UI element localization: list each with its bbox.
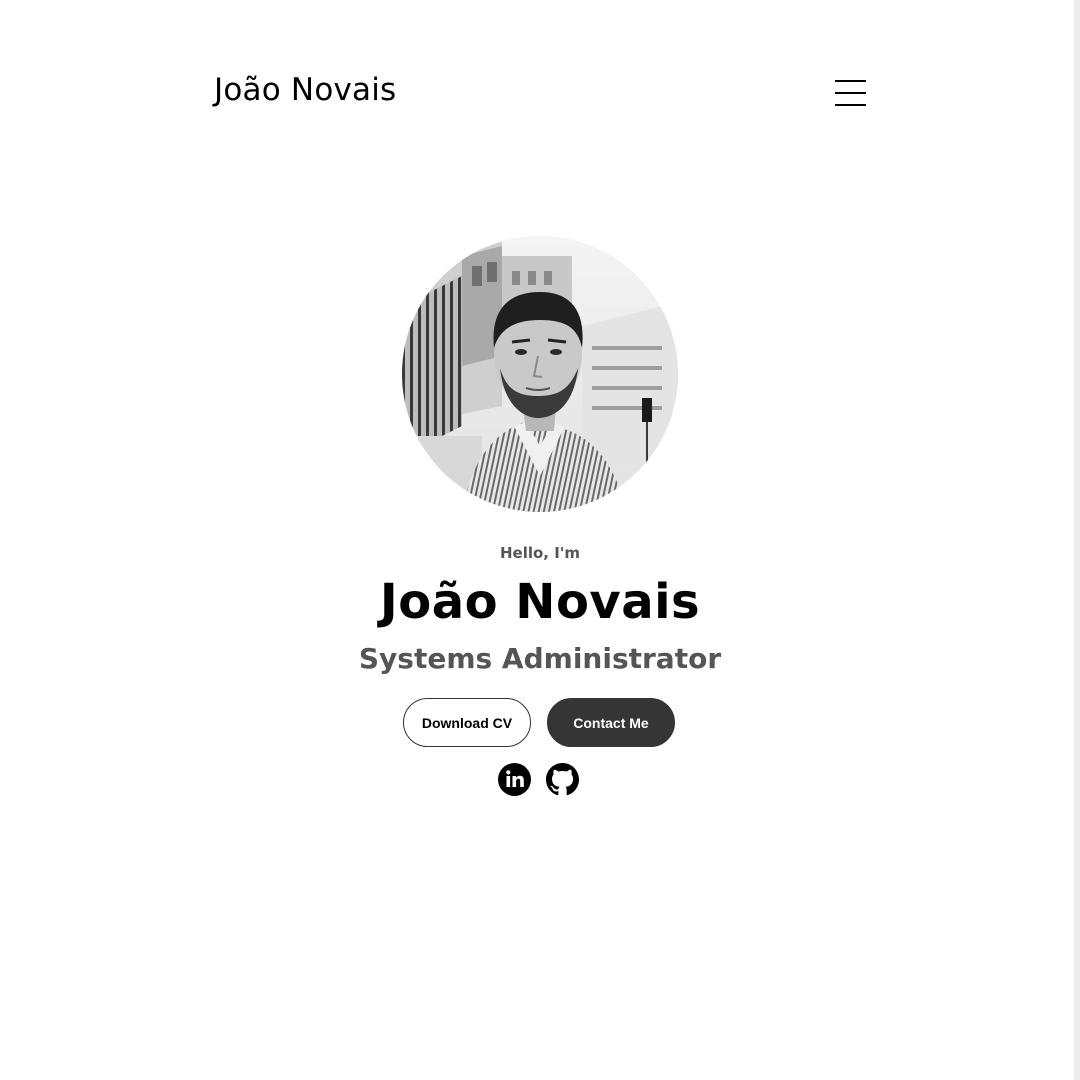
- linkedin-icon-graphic: [498, 763, 531, 796]
- page: João Novais Hello, I'm João Novais Syste…: [0, 0, 1080, 1080]
- hamburger-line: [835, 92, 866, 94]
- logo[interactable]: João Novais: [214, 72, 396, 108]
- hamburger-line: [835, 104, 866, 106]
- hero-name: João Novais: [379, 574, 701, 630]
- hamburger-menu-icon[interactable]: [835, 80, 866, 106]
- profile-picture: [402, 236, 678, 512]
- github-icon[interactable]: [546, 763, 579, 796]
- greeting-text: Hello, I'm: [499, 544, 581, 562]
- contact-me-button[interactable]: Contact Me: [547, 698, 675, 747]
- hamburger-line: [835, 80, 866, 82]
- download-cv-button[interactable]: Download CV: [403, 698, 531, 747]
- github-icon-graphic: [546, 763, 579, 796]
- hero-title: Systems Administrator: [358, 642, 722, 675]
- profile-photo-image: [402, 236, 678, 512]
- hamburger-nav: João Novais: [214, 70, 866, 120]
- window-edge: [1074, 0, 1080, 1080]
- linkedin-icon[interactable]: [498, 763, 531, 796]
